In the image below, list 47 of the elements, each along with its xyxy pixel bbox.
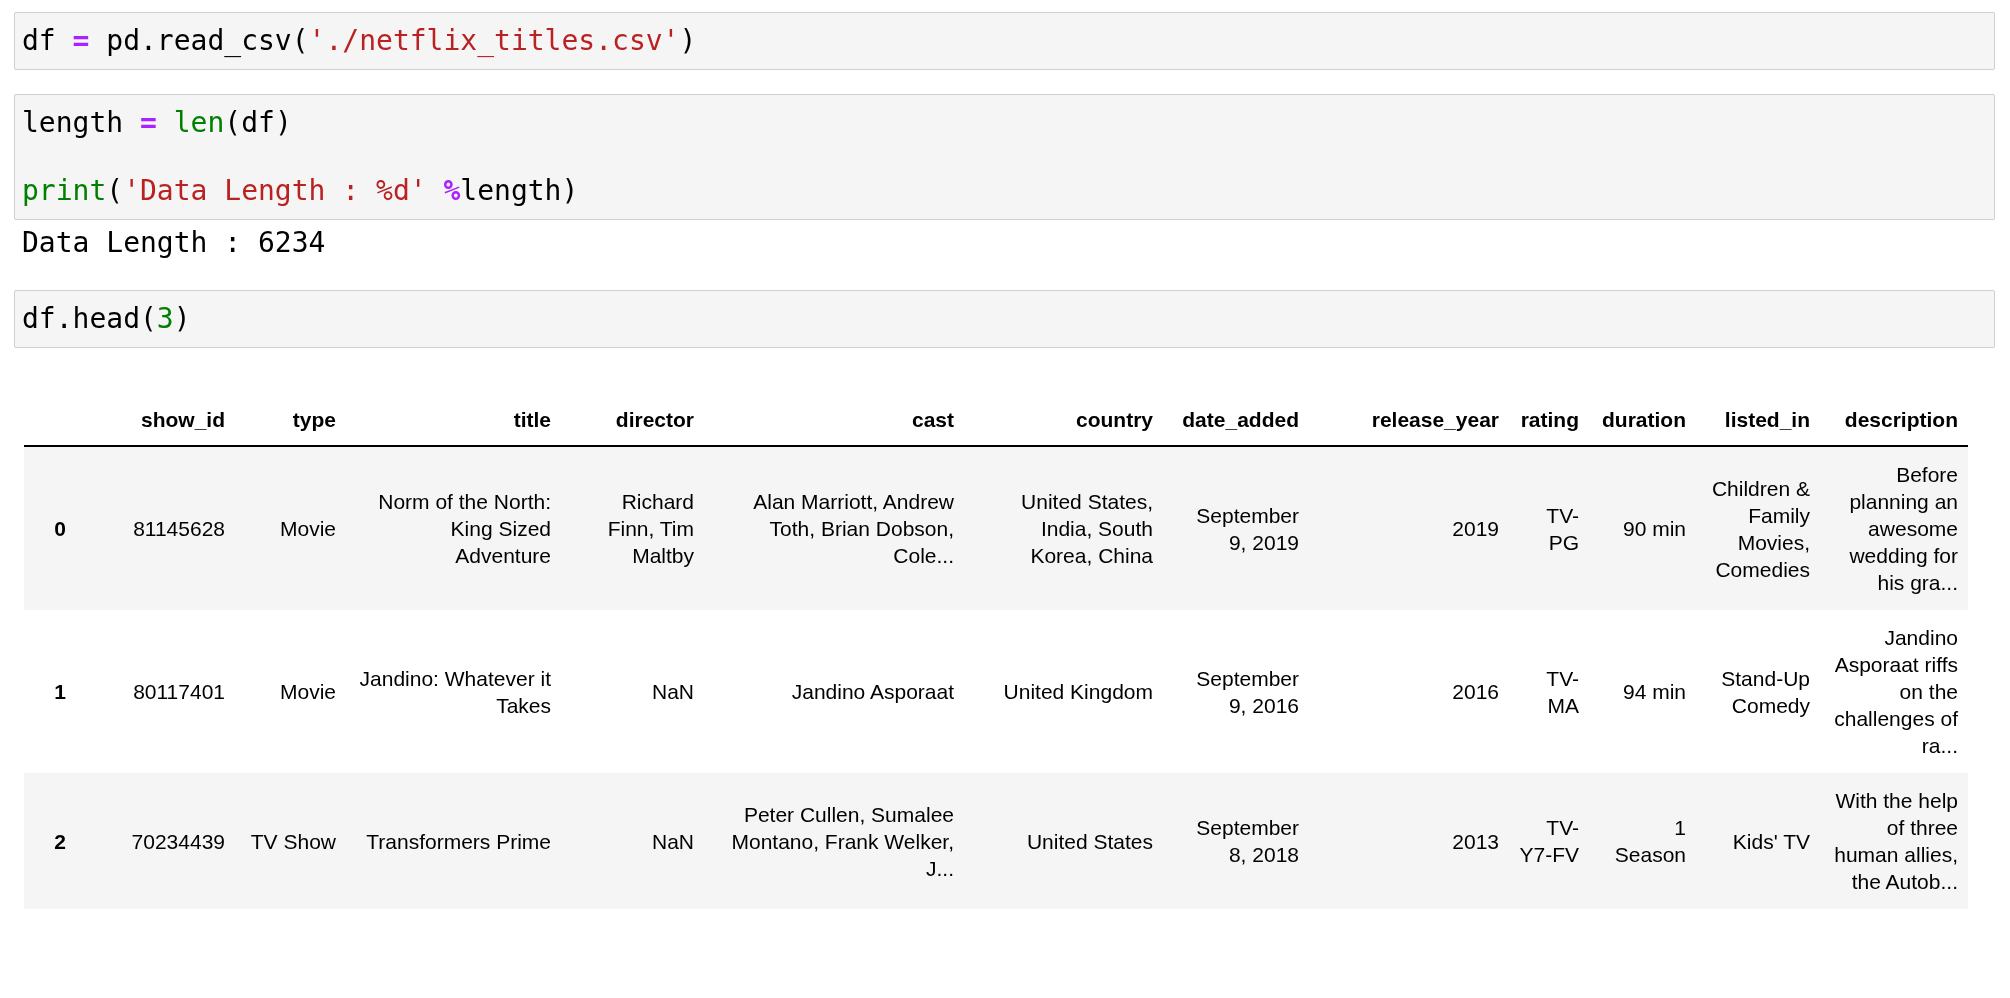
code-line: length = len(df)	[22, 106, 293, 140]
table-cell: NaN	[561, 610, 704, 773]
row-index: 1	[24, 610, 70, 773]
table-cell: United Kingdom	[964, 610, 1163, 773]
table-cell: 81145628	[70, 446, 235, 610]
table-cell: 94 min	[1589, 610, 1696, 773]
table-cell: Peter Cullen, Sumalee Montano, Frank Welker, J...	[704, 773, 964, 909]
code-line: print('Data Length : %d' %length)	[22, 173, 580, 208]
code-cell[interactable]: df = pd.read_csv('./netflix_titles.csv')	[14, 12, 1995, 70]
table-cell: Jandino Asporaat	[704, 610, 964, 773]
table-cell: Jandino: Whatever it Takes	[346, 610, 561, 773]
table-cell: TV-MA	[1509, 610, 1589, 773]
table-cell: TV-Y7-FV	[1509, 773, 1589, 909]
table-cell: Before planning an awesome wedding for his gra...	[1820, 446, 1968, 610]
table-cell: 80117401	[70, 610, 235, 773]
table-cell: Children & Family Movies, Comedies	[1696, 446, 1820, 610]
table-cell: Movie	[235, 610, 346, 773]
table-cell: NaN	[561, 773, 704, 909]
table-cell: Transformers Prime	[346, 773, 561, 909]
table-cell: TV-PG	[1509, 446, 1589, 610]
row-index: 2	[24, 773, 70, 909]
output-text: Data Length : 6234	[21, 226, 327, 260]
table-cell: With the help of three human allies, the Autob...	[1820, 773, 1968, 909]
table-cell: Alan Marriott, Andrew Toth, Brian Dobson, Cole...	[704, 446, 964, 610]
code-line: df = pd.read_csv('./netflix_titles.csv')	[22, 24, 698, 58]
table-cell: Jandino Asporaat riffs on the challenges of ra...	[1820, 610, 1968, 773]
table-cell: Stand-Up Comedy	[1696, 610, 1820, 773]
table-cell: September 9, 2016	[1163, 610, 1309, 773]
table-cell: 2019	[1309, 446, 1509, 610]
table-cell: Richard Finn, Tim Maltby	[561, 446, 704, 610]
table-cell: September 9, 2019	[1163, 446, 1309, 610]
table-cell: Movie	[235, 446, 346, 610]
code-cell[interactable]: df.head(3)	[14, 290, 1995, 348]
code-line: df.head(3)	[22, 302, 192, 336]
table-cell: United States	[964, 773, 1163, 909]
row-index: 0	[24, 446, 70, 610]
table-cell: September 8, 2018	[1163, 773, 1309, 909]
table-cell: 2016	[1309, 610, 1509, 773]
table-cell: 2013	[1309, 773, 1509, 909]
code-cell[interactable]: length = len(df) print('Data Length : %d' %length)	[14, 94, 1995, 220]
table-cell: Norm of the North: King Sized Adventure	[346, 446, 561, 610]
table-cell: United States, India, South Korea, China	[964, 446, 1163, 610]
table-cell: 90 min	[1589, 446, 1696, 610]
table-cell: Kids' TV	[1696, 773, 1820, 909]
table-cell: TV Show	[235, 773, 346, 909]
table-cell: 70234439	[70, 773, 235, 909]
table-cell: 1 Season	[1589, 773, 1696, 909]
